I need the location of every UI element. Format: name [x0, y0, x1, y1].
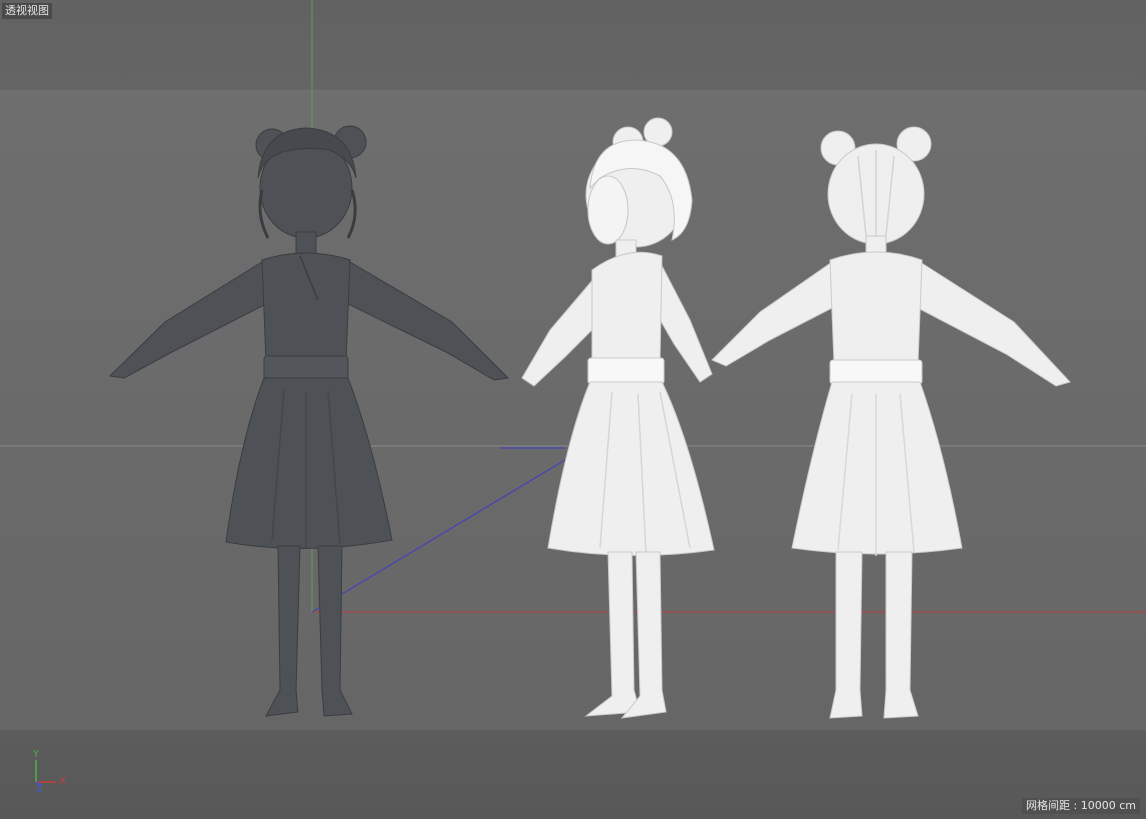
- axis-gizmo: Y X Z: [28, 748, 78, 798]
- grid-spacing-label: 网格间距 :: [1026, 799, 1081, 812]
- character-dark-front[interactable]: [108, 125, 510, 717]
- skirt: [547, 381, 715, 557]
- neck: [295, 231, 317, 255]
- leg-left: [829, 551, 863, 719]
- 3d-viewport[interactable]: 透视视图 Y X Z 网格间距 : 10000 cm: [0, 0, 1146, 819]
- torso: [829, 251, 923, 365]
- leg-right: [317, 545, 353, 717]
- skirt: [791, 381, 963, 555]
- neck: [865, 235, 887, 255]
- arm-right: [343, 261, 510, 381]
- belt: [587, 357, 665, 385]
- leg-right: [883, 551, 919, 719]
- arm-left: [108, 261, 271, 379]
- view-name-label[interactable]: 透视视图: [2, 3, 52, 19]
- character-white-side[interactable]: [521, 117, 715, 719]
- belt: [263, 355, 349, 381]
- axis-x-label: X: [59, 776, 66, 787]
- belt: [829, 359, 923, 385]
- arm-left: [711, 261, 837, 367]
- torso: [591, 251, 663, 363]
- grid-spacing-indicator: 网格间距 : 10000 cm: [1022, 798, 1140, 814]
- leg-left: [584, 551, 641, 717]
- character-white-back[interactable]: [711, 126, 1071, 719]
- arm-right: [913, 261, 1071, 387]
- scene-canvas[interactable]: [0, 0, 1146, 819]
- face: [587, 175, 629, 245]
- skirt: [225, 377, 393, 550]
- axis-z-label: Z: [36, 784, 43, 795]
- axis-y-label: Y: [33, 749, 40, 760]
- grid-spacing-value: 10000 cm: [1080, 799, 1136, 812]
- leg-left: [265, 545, 301, 717]
